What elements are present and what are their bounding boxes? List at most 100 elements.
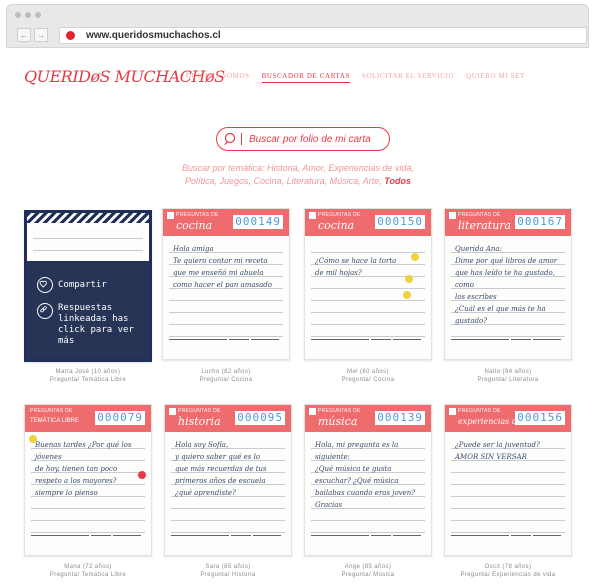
forward-arrow-icon[interactable]: →: [34, 28, 48, 42]
card-header-label: PREGUNTAS DE: [178, 408, 221, 414]
heart-icon: [37, 277, 53, 293]
card-footer: [171, 535, 285, 549]
card-folio: 000095: [235, 411, 285, 425]
linked-answers-action[interactable]: Respuestas linkeadas has click para ver …: [37, 303, 141, 347]
card-7-caption: Ange (85 años) Pregunta/ Música: [298, 563, 438, 579]
card-header-label: PREGUNTAS DE: [458, 212, 501, 218]
cooking-pot-icon: [309, 212, 316, 219]
site-favicon-icon: [66, 31, 75, 40]
card-author: Lucho (82 años): [201, 369, 251, 375]
theme-filter-all-link[interactable]: Todos: [384, 176, 411, 186]
letter-card-8[interactable]: PREGUNTAS DE experiencias de vida 000156…: [444, 404, 572, 556]
footer-remitente: [311, 339, 369, 353]
card-5-caption: Mana (72 años) Pregunta/ Temática Libre: [18, 563, 158, 579]
card-header: PREGUNTAS DE música 000139: [305, 405, 431, 432]
letter-card-5[interactable]: PREGUNTAS DE TEMÁTICA LIBRE 000079 Buena…: [24, 404, 152, 556]
letter-card-1[interactable]: Compartir Respuestas linkeadas has click…: [24, 210, 152, 362]
cooking-pot-icon: [167, 212, 174, 219]
theme-filter: Buscar por temática: Historia, Amor, Exp…: [150, 162, 446, 188]
card-footer: [311, 339, 425, 353]
card-category: Pregunta/ Experiencias de vida: [460, 572, 556, 578]
card-header-label: PREGUNTAS DE: [318, 212, 361, 218]
footer-fecha: [533, 535, 561, 549]
letter-card-2[interactable]: PREGUNTAS DE cocina 000149 Hola amiga Te…: [162, 208, 290, 360]
search-divider: [241, 133, 242, 145]
card-theme: historia: [178, 415, 221, 428]
search-icon: [224, 132, 236, 146]
footer-edad: [511, 339, 531, 353]
card-author: Ange (85 años): [344, 564, 392, 570]
back-arrow-icon[interactable]: ←: [17, 28, 31, 42]
card-footer: [31, 535, 145, 549]
theme-filter-line-2[interactable]: Política, Juegos, Cocina, Literatura, Mú…: [185, 176, 382, 186]
card-category: Pregunta/ Literatura: [477, 377, 539, 383]
share-action[interactable]: Compartir: [37, 277, 107, 293]
footer-remitente: [31, 535, 89, 549]
card-4-caption: Naito (84 años) Pregunta/ Literatura: [438, 368, 578, 384]
card-header-label: PREGUNTAS DE: [176, 212, 219, 218]
card-stripe-decoration: [27, 213, 149, 223]
footer-fecha: [251, 339, 279, 353]
url-text: www.queridosmuchachos.cl: [86, 30, 221, 41]
nav-item-solicitar-servicio[interactable]: SOLICITAR EL SERVICIO: [362, 72, 454, 83]
footer-edad: [511, 535, 531, 549]
nav-item-quienes-somos[interactable]: QUIENES SOMOS: [186, 72, 250, 83]
linked-answers-label: Respuestas linkeadas has click para ver …: [58, 303, 134, 346]
card-handwritten-text: ¿Cómo se hace la torta de mil hojas?: [315, 257, 397, 277]
letter-card-6[interactable]: PREGUNTAS DE historia 000095 Hola soy So…: [164, 404, 292, 556]
card-header: PREGUNTAS DE TEMÁTICA LIBRE 000079: [25, 405, 151, 432]
footer-fecha: [253, 535, 281, 549]
card-theme: TEMÁTICA LIBRE: [30, 418, 80, 424]
card-theme: música: [318, 415, 358, 428]
card-folio: 000139: [375, 411, 425, 425]
card-author: Sara (85 años): [205, 564, 251, 570]
card-header-label: PREGUNTAS DE: [458, 408, 501, 414]
card-theme: cocina: [318, 219, 355, 232]
card-handwritten-text: Buenas tardes ¿Por qué los jóvenes de ho…: [35, 441, 132, 497]
card-category: Pregunta/ Música: [341, 572, 395, 578]
footer-edad: [229, 339, 249, 353]
footer-edad: [91, 535, 111, 549]
theme-filter-line-1[interactable]: Buscar por temática: Historia, Amor, Exp…: [182, 163, 414, 173]
letter-card-7[interactable]: PREGUNTAS DE música 000139 Hola, mi preg…: [304, 404, 432, 556]
card-8-caption: Oscit (78 años) Pregunta/ Experiencias d…: [438, 563, 578, 579]
footer-edad: [231, 535, 251, 549]
footer-remitente: [451, 339, 509, 353]
footer-remitente: [451, 535, 509, 549]
search-placeholder: Buscar por folio de mi carta: [249, 134, 371, 145]
card-handwritten-text: Querida Ana: Dime por qué libros de amor…: [455, 245, 558, 325]
nav-item-quiero-mi-set[interactable]: QUIERO MI SET: [466, 72, 525, 83]
smiley-sticker-icon: [411, 253, 419, 261]
nav-item-buscador-de-cartas[interactable]: BUSCADOR DE CARTAS: [261, 72, 351, 83]
search-input[interactable]: Buscar por folio de mi carta: [216, 127, 390, 151]
close-window-dot-icon[interactable]: [15, 12, 21, 18]
footer-fecha: [393, 339, 421, 353]
footer-edad: [371, 339, 391, 353]
smiley-sticker-icon: [405, 275, 413, 283]
card-footer: [451, 339, 565, 353]
card-1-caption: Marta José (10 años) Pregunta/ Temática …: [18, 368, 158, 384]
letter-card-3[interactable]: PREGUNTAS DE cocina 000150 ¿Cómo se hace…: [304, 208, 432, 360]
pencil-icon: [449, 212, 456, 219]
letter-card-4[interactable]: PREGUNTAS DE literatura 000167 Querida A…: [444, 208, 572, 360]
card-category: Pregunta/ Cocina: [199, 377, 253, 383]
card-footer: [169, 339, 283, 353]
card-header: PREGUNTAS DE experiencias de vida 000156: [445, 405, 571, 432]
minimize-window-dot-icon[interactable]: [25, 12, 31, 18]
envelope-icon: [449, 408, 456, 415]
card-header-label: PREGUNTAS DE: [318, 408, 361, 414]
card-footer: [311, 535, 425, 549]
sad-sticker-icon: [138, 471, 146, 479]
card-handwritten-text: Hola, mi pregunta es la siguiente: ¿Qué …: [315, 441, 416, 509]
footer-remitente: [311, 535, 369, 549]
card-author: Oscit (78 años): [484, 564, 532, 570]
music-note-icon: [309, 408, 316, 415]
card-author: Naito (84 años): [484, 369, 532, 375]
footer-fecha: [113, 535, 141, 549]
footer-fecha: [533, 339, 561, 353]
card-header: PREGUNTAS DE literatura 000167: [445, 209, 571, 236]
address-bar[interactable]: www.queridosmuchachos.cl: [59, 27, 587, 44]
maximize-window-dot-icon[interactable]: [35, 12, 41, 18]
card-category: Pregunta/ Historia: [200, 572, 256, 578]
link-icon: [37, 303, 53, 319]
